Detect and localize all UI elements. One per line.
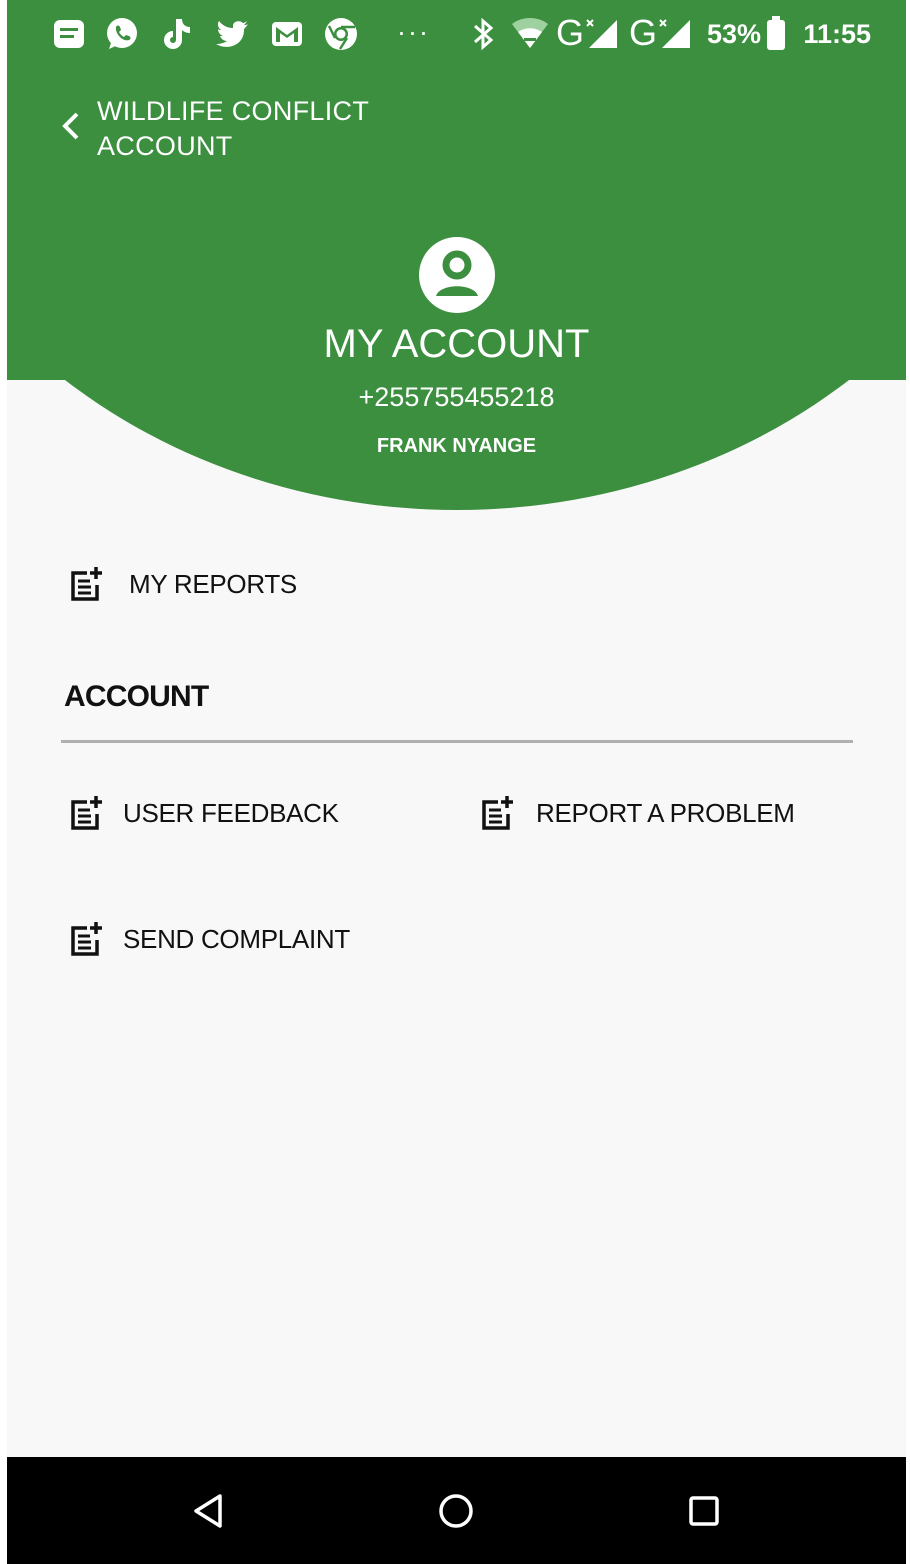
whatsapp-icon [107,18,137,49]
app-title: WILDLIFE CONFLICT ACCOUNT [97,94,397,164]
page-title: MY ACCOUNT [323,322,590,366]
post-add-icon [482,796,513,830]
user-name: FRANK NYANGE [376,435,537,457]
send-complaint-label: SEND COMPLAINT [123,923,350,954]
tiktok-icon [164,19,190,49]
my-reports-button[interactable]: MY REPORTS [67,559,297,609]
account-circle-icon [419,237,495,313]
back-arrow-icon[interactable] [57,108,83,144]
gmail-icon [272,22,302,46]
send-complaint-button[interactable]: SEND COMPLAINT [67,914,350,964]
battery-percent: 53% [707,19,762,49]
wifi-icon [512,18,548,48]
app-title-line2: ACCOUNT [97,131,233,161]
chrome-icon [325,18,357,50]
app-screen: ··· G G 53% 11:55 WILDLIFE CONFLICT ACCO… [7,0,906,1564]
post-add-icon [71,922,102,956]
recents-nav-icon[interactable] [683,1490,725,1532]
report-problem-label: REPORT A PROBLEM [536,797,795,828]
my-reports-label: MY REPORTS [129,568,297,599]
back-nav-icon[interactable] [188,1490,230,1532]
user-feedback-button[interactable]: USER FEEDBACK [67,788,339,838]
phone-number: +255755455218 [358,382,555,412]
network-type-2: G [629,12,658,53]
twitter-icon [216,21,248,47]
signal-icon [659,19,690,48]
notes-icon [54,20,84,48]
report-problem-button[interactable]: REPORT A PROBLEM [478,788,795,838]
status-bar: ··· G G 53% 11:55 [7,0,906,70]
network-type-1: G [556,12,585,53]
post-add-icon [71,796,102,830]
section-title-account: ACCOUNT [64,680,209,713]
app-title-line1: WILDLIFE CONFLICT [97,96,370,126]
home-nav-icon[interactable] [435,1490,477,1532]
clock: 11:55 [803,19,871,49]
post-add-icon [71,567,102,601]
system-nav-bar [7,1457,906,1564]
battery-icon [767,16,785,50]
divider [61,740,853,743]
signal-icon [586,19,617,48]
bluetooth-icon [474,17,494,51]
user-feedback-label: USER FEEDBACK [123,797,339,828]
more-notifications: ··· [397,17,430,47]
